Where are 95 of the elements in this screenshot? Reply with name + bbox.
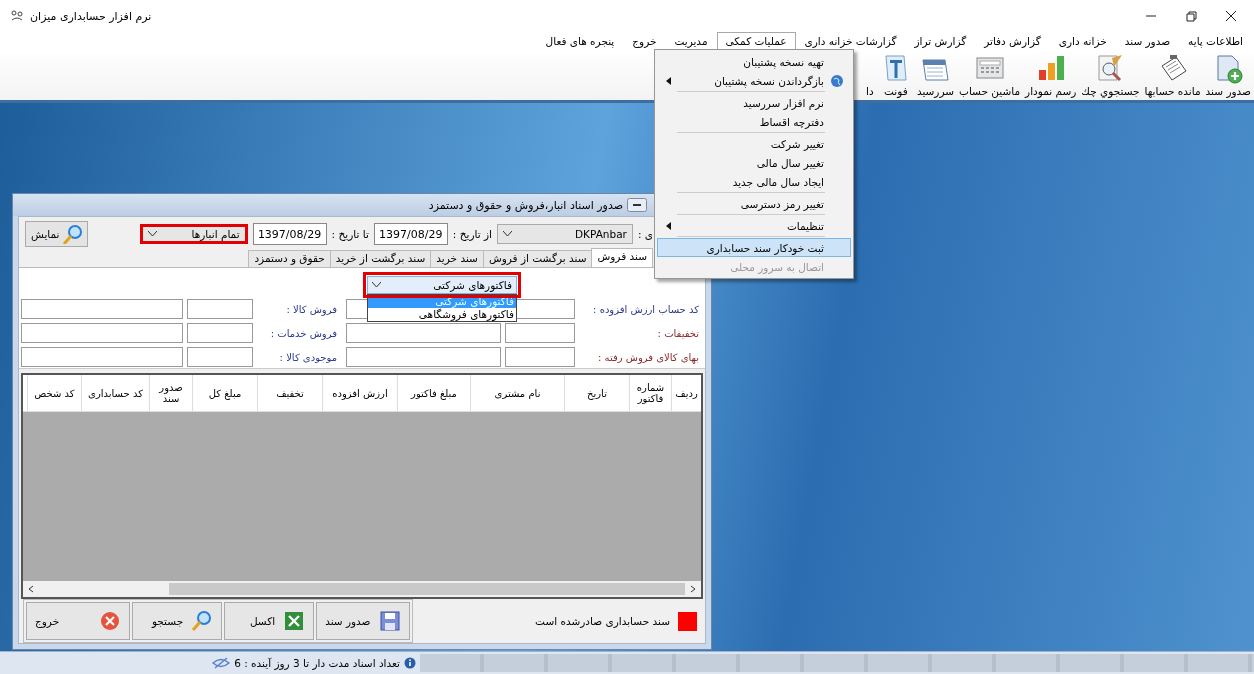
tab[interactable]: سند خرید: [430, 250, 484, 267]
horizontal-scrollbar[interactable]: [23, 581, 701, 597]
hidden-eye-icon[interactable]: [212, 657, 231, 669]
column-header[interactable]: کد حسابداری: [81, 375, 149, 411]
magnifier-icon: [191, 610, 214, 632]
column-header[interactable]: ارزش افزوده: [322, 375, 397, 411]
toolbar-button[interactable]: مانده حسابها: [1143, 52, 1202, 97]
field-label: کد حساب ارزش افزوده :: [592, 303, 699, 315]
column-header[interactable]: شماره فاکتور: [629, 375, 671, 411]
input-field[interactable]: [187, 347, 253, 367]
globe-icon: [830, 73, 844, 88]
action-button[interactable]: اکسل: [224, 602, 315, 640]
input-field[interactable]: [346, 347, 501, 367]
menu-item[interactable]: خزانه داری: [1049, 32, 1116, 51]
field-label: از تاریخ :: [452, 228, 492, 240]
menu-item[interactable]: گزارش دفاتر: [975, 32, 1050, 51]
info-icon: [404, 657, 416, 669]
scroll-left-icon[interactable]: [27, 585, 35, 593]
tab[interactable]: حقوق و دستمزد: [248, 250, 331, 267]
date-field[interactable]: 1397/08/29: [373, 223, 448, 245]
menu-item[interactable]: خروج: [623, 32, 666, 51]
menu-item[interactable]: دفترچه اقساط: [657, 112, 851, 131]
column-header[interactable]: نام مشتری: [470, 375, 564, 411]
minimize-icon[interactable]: [627, 198, 647, 212]
column-header[interactable]: کد شخص: [27, 375, 81, 411]
menu-item[interactable]: ثبت خودکار سند حسابداری: [657, 238, 851, 257]
magnifier-icon: [61, 224, 82, 244]
spreadsheet-icon: [283, 610, 306, 632]
input-field[interactable]: [187, 299, 253, 319]
action-button[interactable]: خروج: [26, 602, 131, 640]
submenu-arrow-icon: [665, 221, 671, 230]
menu-item[interactable]: بازگرداندن نسخه پشتیبان: [657, 71, 851, 90]
dropdown-caret-icon: [502, 231, 512, 237]
warehouse-select[interactable]: تمام انبارها: [139, 224, 248, 244]
legend-text: سند حسابداری صادرشده است: [535, 615, 670, 627]
restore-icon[interactable]: [1184, 9, 1198, 23]
input-field[interactable]: [505, 347, 575, 367]
dropdown-caret-icon: [372, 282, 381, 288]
tab[interactable]: سند برگشت از فروش: [482, 250, 593, 267]
menu-item[interactable]: تنظیمات: [657, 216, 851, 235]
action-button[interactable]: صدور سند: [316, 602, 410, 640]
menu-item[interactable]: تغییر رمز دسترسی: [657, 194, 851, 213]
toolbar-button[interactable]: رسم نمودار: [1024, 52, 1078, 97]
menu-item[interactable]: تغییر شرکت: [657, 134, 851, 153]
column-header[interactable]: مبلغ فاکتور: [397, 375, 470, 411]
field-label: فروش خدمات :: [269, 327, 337, 339]
menu-item[interactable]: گزارش تراز: [905, 32, 976, 51]
tab[interactable]: سند برگشت از خرید: [329, 250, 432, 267]
field-label: بهای کالای فروش رفته :: [597, 351, 699, 363]
tab[interactable]: سند فروش: [591, 248, 653, 267]
column-header[interactable]: تاریخ: [564, 375, 629, 411]
toolbar-button[interactable]: سررسید: [915, 52, 955, 97]
field-label: موجودی کالا :: [278, 351, 337, 363]
menu-item[interactable]: نرم افزار سررسید: [657, 93, 851, 112]
column-header[interactable]: ردیف: [671, 375, 701, 411]
submenu-arrow-icon: [665, 76, 671, 85]
field-label: ی :: [637, 228, 653, 240]
toolbar-button[interactable]: جستجوي چك: [1080, 52, 1141, 97]
menu-item[interactable]: اطلاعات پایه: [1179, 32, 1252, 51]
input-field[interactable]: [187, 323, 253, 343]
column-header[interactable]: مبلغ کل: [192, 375, 257, 411]
field-label: تخفیفات :: [656, 327, 699, 339]
column-header[interactable]: صدور سند: [149, 375, 192, 411]
warehouse-select[interactable]: DKPAnbar: [496, 224, 633, 244]
input-field[interactable]: [346, 323, 501, 343]
show-button[interactable]: نمایش: [25, 221, 88, 247]
menu-item[interactable]: ایجاد سال مالی جدید: [657, 172, 851, 191]
menu-item[interactable]: پنجره های فعال: [536, 32, 624, 51]
menu-item[interactable]: تهیه نسخه پشتیبان: [657, 52, 851, 71]
input-field[interactable]: [21, 299, 183, 319]
field-label: تا تاریخ :: [331, 228, 369, 240]
input-field[interactable]: [21, 323, 183, 343]
app-logo-icon: [10, 9, 24, 23]
toolbar-button[interactable]: صدور سند: [1204, 52, 1252, 97]
status-notice: تعداد اسناد مدت دار تا 3 روز آینده : 6: [234, 657, 400, 669]
column-header[interactable]: تخفیف: [257, 375, 322, 411]
date-field[interactable]: 1397/08/29: [252, 223, 327, 245]
close-icon: [99, 610, 122, 632]
dialog-title: صدور اسناد انبار،فروش و حقوق و دستمزد: [428, 198, 623, 212]
menu-item[interactable]: مدیریت: [665, 32, 717, 51]
window-title: نرم افزار حسابداری میزان: [30, 9, 152, 23]
toolbar-button[interactable]: دا: [863, 52, 876, 97]
input-field[interactable]: [21, 347, 183, 367]
close-icon[interactable]: [1224, 9, 1238, 23]
input-field[interactable]: [505, 323, 575, 343]
toolbar-button[interactable]: ماشین حساب: [958, 52, 1022, 97]
scroll-right-icon[interactable]: [689, 585, 697, 593]
field-label: فروش کالا :: [285, 303, 337, 315]
dropdown-caret-icon: [147, 231, 157, 237]
menu-item[interactable]: صدور سند: [1115, 32, 1180, 51]
list-option[interactable]: فاکتورهای فروشگاهی: [368, 308, 516, 321]
action-button[interactable]: جستجو: [132, 602, 223, 640]
toolbar-button[interactable]: فونت: [878, 52, 913, 97]
menu-item[interactable]: گزارشات خزانه داری: [795, 32, 906, 51]
menu-item[interactable]: تغییر سال مالی: [657, 153, 851, 172]
